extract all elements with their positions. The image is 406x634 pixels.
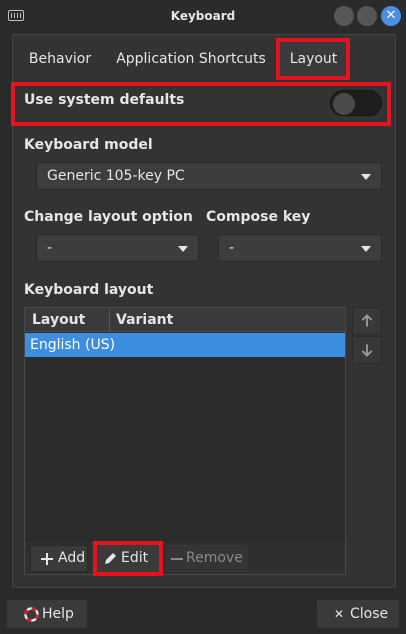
close-button[interactable]: ✕ Close	[316, 599, 400, 629]
remove-button[interactable]: Remove	[166, 545, 248, 572]
close-window-button[interactable]: ✕	[381, 6, 401, 26]
compose-key-value: -	[229, 240, 235, 256]
column-divider	[109, 308, 110, 332]
close-x-icon: ✕	[334, 607, 345, 621]
switch-knob[interactable]	[333, 93, 355, 115]
maximize-button[interactable]	[357, 6, 377, 26]
close-icon: ✕	[385, 8, 397, 23]
arrow-up-icon	[361, 314, 373, 327]
minimize-button[interactable]	[334, 6, 354, 26]
use-system-defaults-label: Use system defaults	[24, 92, 185, 108]
keyboard-model-value: Generic 105-key PC	[47, 168, 185, 184]
column-header-variant[interactable]: Variant	[116, 308, 173, 332]
table-cell-layout: English (US)	[30, 337, 116, 353]
column-header-layout[interactable]: Layout	[32, 308, 85, 332]
tab-layout-highlight	[276, 38, 350, 80]
help-button-label: Help	[42, 606, 74, 622]
keyboard-model-select[interactable]: Generic 105-key PC	[36, 162, 382, 190]
chevron-down-icon	[361, 246, 371, 252]
compose-key-label: Compose key	[206, 209, 311, 225]
move-down-button[interactable]	[352, 336, 382, 364]
keyboard-layout-label: Keyboard layout	[24, 282, 154, 298]
tab-application-shortcuts[interactable]: Application Shortcuts	[115, 42, 267, 76]
chevron-down-icon	[361, 174, 371, 180]
tab-behavior[interactable]: Behavior	[22, 42, 98, 76]
remove-button-label: Remove	[186, 550, 243, 566]
chevron-down-icon	[178, 246, 188, 252]
add-button-label: Add	[58, 550, 86, 566]
edit-button-label: Edit	[121, 550, 149, 566]
pencil-icon	[105, 553, 116, 564]
close-button-label: Close	[350, 606, 389, 622]
arrow-down-icon	[361, 344, 373, 357]
keyboard-model-label: Keyboard model	[24, 137, 153, 153]
compose-key-select[interactable]: -	[218, 234, 382, 262]
minus-icon	[171, 558, 183, 560]
plus-icon	[41, 553, 53, 565]
move-up-button[interactable]	[352, 307, 382, 335]
help-icon	[24, 607, 39, 622]
change-layout-option-select[interactable]: -	[36, 234, 199, 262]
help-button[interactable]: Help	[6, 599, 88, 629]
add-button[interactable]: Add	[30, 545, 88, 572]
edit-button[interactable]: Edit	[97, 545, 159, 572]
change-layout-option-value: -	[47, 240, 53, 256]
change-layout-option-label: Change layout option	[24, 209, 193, 225]
